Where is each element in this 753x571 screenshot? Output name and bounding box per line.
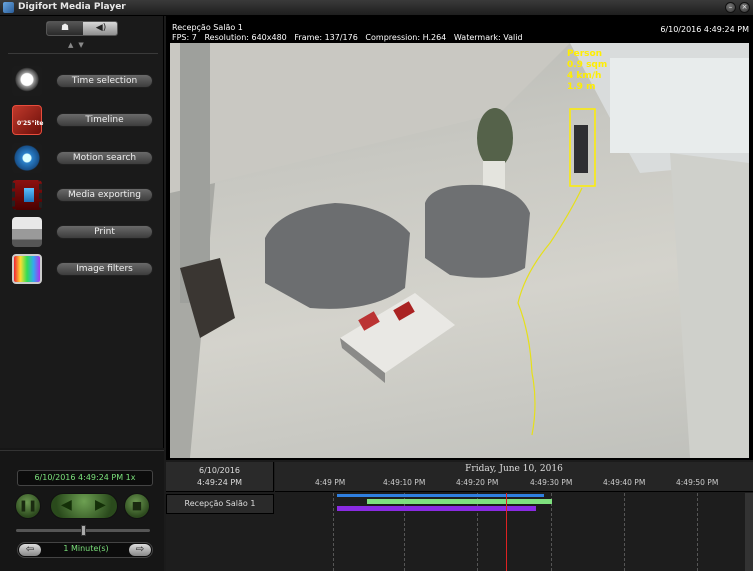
audio-icon[interactable]: ◀) bbox=[83, 22, 119, 35]
user-icon[interactable]: ☗ bbox=[47, 22, 83, 35]
motion-search-button[interactable]: Motion search bbox=[56, 151, 153, 165]
scene-drawing bbox=[170, 43, 749, 458]
analytics-class: Person bbox=[567, 49, 603, 59]
time-selection-button[interactable]: Time selection bbox=[56, 74, 153, 88]
current-time-display: 6/10/2016 4:49:24 PM 1x bbox=[17, 470, 153, 486]
camera-name: Recepção Salão 1 bbox=[172, 23, 243, 32]
play-forward-icon[interactable]: ▶ bbox=[95, 497, 106, 513]
divider bbox=[8, 53, 158, 54]
timeline-time: 4:49:24 PM bbox=[196, 478, 243, 487]
zoom-label: 1 Minute(s) bbox=[63, 544, 109, 553]
video-viewport[interactable]: Recepção Salão 1 FPS: 7 Resolution: 640x… bbox=[166, 16, 753, 460]
analytics-area: 0.9 sqm bbox=[567, 60, 608, 70]
printer-icon bbox=[12, 217, 42, 247]
tool-time-selection[interactable]: Time selection bbox=[12, 66, 162, 98]
timeline-tick: 4:49:10 PM bbox=[383, 478, 426, 487]
minimize-button[interactable]: – bbox=[725, 2, 736, 13]
grid-line bbox=[697, 493, 698, 571]
window-title: Digifort Media Player bbox=[18, 2, 126, 12]
playhead-cursor[interactable] bbox=[506, 493, 507, 571]
title-bar: Digifort Media Player – × bbox=[0, 0, 753, 16]
analytics-height: 1.9 m bbox=[567, 82, 596, 92]
app-icon bbox=[3, 2, 14, 13]
view-toggle[interactable]: ☗ ◀) bbox=[46, 21, 118, 36]
timeline-camera-row[interactable]: Recepção Salão 1 bbox=[166, 494, 274, 514]
zoom-right-button[interactable]: ⇨ bbox=[129, 544, 151, 556]
video-stats: FPS: 7 Resolution: 640x480 Frame: 137/17… bbox=[172, 33, 523, 42]
playback-controls: 6/10/2016 4:49:24 PM 1x ❚❚ ◀ ▶ ■ ⇦ 1 Min… bbox=[0, 448, 164, 571]
speed-slider-thumb[interactable] bbox=[81, 525, 86, 536]
timeline-button[interactable]: Timeline bbox=[56, 113, 153, 127]
timeline-current-date: 6/10/2016 4:49:24 PM bbox=[166, 462, 274, 492]
recording-bar[interactable] bbox=[337, 494, 544, 497]
media-exporting-button[interactable]: Media exporting bbox=[56, 188, 153, 202]
timeline-tick: 4:49:30 PM bbox=[530, 478, 573, 487]
clock-icon bbox=[12, 66, 42, 96]
scroll-up-arrows[interactable]: ▲▼ bbox=[68, 41, 89, 49]
analytics-speed: 4 km/h bbox=[567, 71, 602, 81]
grid-line bbox=[551, 493, 552, 571]
timeline-date: 6/10/2016 bbox=[198, 466, 241, 475]
grid-line bbox=[477, 493, 478, 571]
motion-search-icon bbox=[12, 143, 42, 173]
timeline-scrollbar[interactable] bbox=[745, 493, 753, 571]
film-export-icon bbox=[12, 180, 42, 210]
grid-line bbox=[404, 493, 405, 571]
stop-button[interactable]: ■ bbox=[124, 493, 150, 519]
image-filter-icon bbox=[12, 254, 42, 284]
tool-media-exporting[interactable]: Media exporting bbox=[12, 180, 162, 212]
close-button[interactable]: × bbox=[739, 2, 750, 13]
tool-timeline[interactable]: 0'25"ite Timeline bbox=[12, 105, 162, 137]
grid-line bbox=[333, 493, 334, 571]
film-clapper-icon: 0'25"ite bbox=[12, 105, 44, 135]
image-filters-button[interactable]: Image filters bbox=[56, 262, 153, 276]
zoom-control: ⇦ 1 Minute(s) ⇨ bbox=[17, 542, 153, 558]
divider bbox=[0, 450, 164, 451]
video-datetime: 6/10/2016 4:49:24 PM bbox=[660, 25, 749, 34]
pause-button[interactable]: ❚❚ bbox=[15, 493, 41, 519]
timeline-tick: 4:49 PM bbox=[315, 478, 346, 487]
print-button[interactable]: Print bbox=[56, 225, 153, 239]
tool-print[interactable]: Print bbox=[12, 217, 162, 249]
timeline-tick: 4:49:50 PM bbox=[676, 478, 719, 487]
zoom-left-button[interactable]: ⇦ bbox=[19, 544, 41, 556]
timeline-tick: 4:49:20 PM bbox=[456, 478, 499, 487]
play-direction-group: ◀ ▶ bbox=[50, 493, 118, 519]
timeline-panel: 6/10/2016 4:49:24 PM Friday, June 10, 20… bbox=[166, 462, 753, 571]
camera-frame: Person 0.9 sqm 4 km/h 1.9 m bbox=[170, 43, 749, 458]
tool-image-filters[interactable]: Image filters bbox=[12, 254, 162, 286]
tool-motion-search[interactable]: Motion search bbox=[12, 143, 162, 175]
timeline-track[interactable] bbox=[275, 493, 745, 571]
play-backward-icon[interactable]: ◀ bbox=[61, 497, 72, 513]
clapper-label: 0'25"ite bbox=[17, 120, 44, 127]
motion-bar[interactable] bbox=[367, 499, 552, 504]
grid-line bbox=[624, 493, 625, 571]
timeline-header: Friday, June 10, 2016 4:49 PM 4:49:10 PM… bbox=[275, 462, 753, 492]
timeline-tick: 4:49:40 PM bbox=[603, 478, 646, 487]
timeline-day-title: Friday, June 10, 2016 bbox=[465, 464, 563, 474]
